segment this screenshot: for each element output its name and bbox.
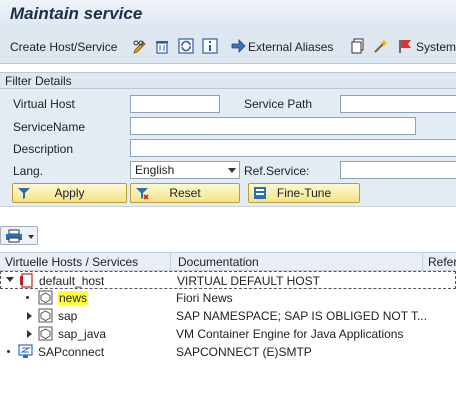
sapconnect-icon [18, 344, 33, 358]
chevron-down-icon [228, 168, 236, 173]
table-row[interactable]: sap_java VM Container Engine for Java Ap… [0, 325, 456, 343]
trash-icon[interactable] [154, 38, 170, 54]
filter-details-panel: Virtual Host Service Path ServiceName De… [0, 89, 456, 207]
service-node-icon [38, 326, 53, 341]
external-aliases-button[interactable]: External Aliases [248, 40, 333, 54]
description-label: Description [13, 142, 74, 156]
service-documentation: Fiori News [176, 291, 233, 305]
fine-tune-button-label: Fine-Tune [276, 186, 332, 200]
service-name-input[interactable] [130, 117, 416, 135]
column-header-reference[interactable]: Refere [428, 255, 456, 269]
service-documentation: VM Container Engine for Java Application… [176, 327, 404, 341]
chevron-down-icon [28, 235, 34, 239]
print-button[interactable] [0, 226, 38, 245]
host-icon [20, 273, 33, 288]
virtual-host-label: Virtual Host [13, 97, 75, 111]
pencil-glasses-icon[interactable] [132, 38, 148, 54]
virtual-host-input[interactable] [130, 95, 220, 113]
fine-tune-button[interactable]: Fine-Tune [248, 183, 360, 203]
title-bar: Maintain service [0, 0, 456, 30]
service-name-label: ServiceName [13, 120, 86, 134]
host-name: SAPconnect [38, 345, 105, 359]
filter-reset-icon [136, 188, 149, 200]
collapse-icon[interactable] [6, 277, 14, 282]
service-name: news [58, 291, 89, 305]
printer-icon [6, 229, 22, 243]
column-header-documentation[interactable]: Documentation [178, 255, 259, 269]
fine-tune-icon [254, 187, 266, 199]
leaf-bullet-icon [26, 296, 29, 299]
system-menu[interactable]: System [416, 40, 456, 54]
page-title: Maintain service [10, 4, 143, 23]
host-documentation: VIRTUAL DEFAULT HOST [177, 274, 320, 288]
create-host-service-button[interactable]: Create Host/Service [10, 40, 117, 54]
apply-button-label: Apply [54, 186, 85, 200]
reset-button-label: Reset [169, 186, 201, 200]
service-node-icon [38, 290, 53, 305]
filter-details-title: Filter Details [5, 74, 72, 88]
lang-label: Lang. [13, 164, 44, 178]
host-name: default_host [39, 274, 105, 288]
service-name: sap [58, 309, 78, 323]
host-documentation: SAPCONNECT (E)SMTP [176, 345, 312, 359]
expand-icon[interactable] [27, 330, 32, 338]
info-icon[interactable] [202, 38, 218, 54]
description-input[interactable] [130, 139, 456, 157]
apply-button[interactable]: Apply [12, 183, 127, 203]
toolbar: Create Host/Service External Aliases Sys… [0, 30, 456, 64]
filter-details-header[interactable]: Filter Details [0, 72, 456, 89]
search-highlight: news [58, 291, 89, 305]
ref-service-input[interactable] [340, 161, 456, 179]
filter-icon [18, 188, 30, 199]
flag-icon [399, 40, 411, 53]
services-table-header: Virtuelle Hosts / Services Documentation… [0, 252, 456, 271]
column-header-hosts[interactable]: Virtuelle Hosts / Services [5, 255, 138, 269]
service-name: sap_java [58, 327, 107, 341]
leaf-bullet-icon [7, 350, 10, 353]
table-row[interactable]: news Fiori News [0, 289, 456, 307]
table-row[interactable]: SAPconnect SAPCONNECT (E)SMTP [0, 343, 456, 361]
service-documentation: SAP NAMESPACE; SAP IS OBLIGED NOT T... [176, 309, 427, 323]
language-select[interactable]: English [130, 161, 240, 179]
table-row[interactable]: sap SAP NAMESPACE; SAP IS OBLIGED NOT T.… [0, 307, 456, 325]
language-select-value: English [135, 163, 175, 177]
expand-icon[interactable] [27, 312, 32, 320]
service-path-input[interactable] [340, 95, 456, 113]
refresh-icon[interactable] [178, 38, 194, 54]
ref-service-label: Ref.Service: [244, 164, 310, 178]
table-row[interactable]: default_host VIRTUAL DEFAULT HOST [0, 271, 456, 289]
magic-wand-icon[interactable] [372, 38, 388, 54]
service-node-icon [38, 308, 53, 323]
copy-icon[interactable] [350, 38, 366, 54]
reset-button[interactable]: Reset [130, 183, 240, 203]
arrow-right-icon [231, 39, 246, 53]
service-path-label: Service Path [244, 97, 313, 111]
